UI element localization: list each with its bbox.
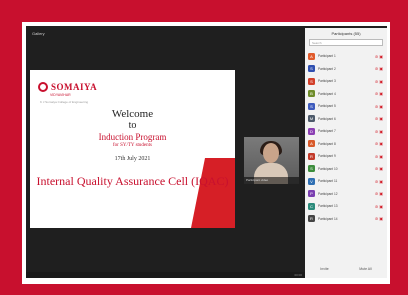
participant-avatar: D xyxy=(308,127,315,135)
participant-row[interactable]: A Participant 8 ⊘▣ xyxy=(308,138,384,151)
participant-name: Participant 8 xyxy=(318,141,336,146)
participant-name: Participant 9 xyxy=(318,154,336,159)
speaker-head xyxy=(263,143,279,163)
mic-muted-icon[interactable]: ⊘▣ xyxy=(375,104,384,109)
view-label[interactable]: Gallery xyxy=(32,31,45,36)
brand-name: SOMAIYA xyxy=(51,82,98,92)
meeting-toolbar: 00:00 xyxy=(26,272,305,278)
participant-name: Participant 6 xyxy=(318,116,336,121)
mic-muted-icon[interactable]: ⊘▣ xyxy=(375,179,384,184)
logo: SOMAIYA xyxy=(38,82,97,92)
participant-avatar: P xyxy=(308,190,315,198)
participant-avatar: S xyxy=(308,165,315,173)
mic-muted-icon[interactable]: ⊘▣ xyxy=(375,216,384,221)
mic-muted-icon[interactable]: ⊘▣ xyxy=(375,191,384,196)
participant-row[interactable]: B Participant 4 ⊘▣ xyxy=(308,88,384,101)
participant-avatar: A xyxy=(308,52,315,60)
participant-name: Participant 13 xyxy=(318,204,338,209)
participant-row[interactable]: R Participant 14 ⊘▣ xyxy=(308,213,384,226)
participant-row[interactable]: S Participant 10 ⊘▣ xyxy=(308,163,384,176)
speaker-video-tile[interactable]: Participant video xyxy=(244,137,299,184)
mic-muted-icon[interactable]: ⊘▣ xyxy=(375,129,384,134)
panel-title: Participants (55) xyxy=(331,31,361,36)
program-title: Induction Program xyxy=(98,132,167,142)
meeting-timer: 00:00 xyxy=(294,273,302,277)
participants-panel: Participants (55) Search A Participant 1 ⊘… xyxy=(305,28,387,278)
participant-row[interactable]: S Participant 3 ⊘▣ xyxy=(308,75,384,88)
participant-row[interactable]: S Participant 5 ⊘▣ xyxy=(308,100,384,113)
program-date: 17th July 2021 xyxy=(114,156,151,162)
mic-muted-icon[interactable]: ⊘▣ xyxy=(375,166,384,171)
slide-decoration-angle xyxy=(191,158,205,228)
participant-avatar: C xyxy=(308,202,315,210)
participant-row[interactable]: M Participant 6 ⊘▣ xyxy=(308,113,384,126)
logo-mark-icon xyxy=(38,82,48,92)
participant-row[interactable]: V Participant 11 ⊘▣ xyxy=(308,175,384,188)
mic-muted-icon[interactable]: ⊘▣ xyxy=(375,79,384,84)
photo-frame: Gallery SOMAIYA VIDYAVIHAR K J Somaiya C… xyxy=(22,22,390,284)
shared-slide: SOMAIYA VIDYAVIHAR K J Somaiya College o… xyxy=(30,70,235,228)
participant-list: A Participant 1 ⊘▣ S Participant 2 ⊘▣ S Partici… xyxy=(308,50,384,225)
mic-muted-icon[interactable]: ⊘▣ xyxy=(375,204,384,209)
panel-footer: Invite Mute All xyxy=(305,266,387,272)
welcome-heading: Welcome xyxy=(111,108,154,120)
mic-muted-icon[interactable]: ⊘▣ xyxy=(375,91,384,96)
mic-muted-icon[interactable]: ⊘▣ xyxy=(375,116,384,121)
participant-avatar: M xyxy=(308,115,315,123)
participant-name: Participant 2 xyxy=(318,66,336,71)
participant-name: Participant 10 xyxy=(318,166,338,171)
program-audience: for SY/TY students xyxy=(113,143,152,148)
mic-muted-icon[interactable]: ⊘▣ xyxy=(375,66,384,71)
mic-muted-icon[interactable]: ⊘▣ xyxy=(375,54,384,59)
cell-name: Internal Quality Assurance Cell (IQAC) xyxy=(36,174,229,188)
participant-name: Participant 12 xyxy=(318,191,338,196)
participant-name: Participant 11 xyxy=(318,179,338,184)
mic-muted-icon[interactable]: ⊘▣ xyxy=(375,141,384,146)
participant-name: Participant 1 xyxy=(318,54,336,59)
brand-tagline: K J Somaiya College of Engineering xyxy=(40,100,89,104)
participant-avatar: V xyxy=(308,177,315,185)
participant-avatar: S xyxy=(308,102,315,110)
participant-row[interactable]: R Participant 9 ⊘▣ xyxy=(308,150,384,163)
participant-avatar: R xyxy=(308,215,315,223)
participant-avatar: S xyxy=(308,77,315,85)
participant-row[interactable]: A Participant 1 ⊘▣ xyxy=(308,50,384,63)
participant-row[interactable]: S Participant 2 ⊘▣ xyxy=(308,63,384,76)
participant-avatar: S xyxy=(308,65,315,73)
mute-all-button[interactable]: Mute All xyxy=(356,266,374,272)
participant-avatar: B xyxy=(308,90,315,98)
participant-avatar: A xyxy=(308,140,315,148)
participant-row[interactable]: C Participant 13 ⊘▣ xyxy=(308,200,384,213)
participant-name: Participant 3 xyxy=(318,79,336,84)
search-input[interactable]: Search xyxy=(309,39,383,46)
participant-row[interactable]: P Participant 12 ⊘▣ xyxy=(308,188,384,201)
participant-name: Participant 14 xyxy=(318,216,338,221)
welcome-to: to xyxy=(128,120,137,131)
slide-decoration xyxy=(205,158,235,228)
meeting-window: Gallery SOMAIYA VIDYAVIHAR K J Somaiya C… xyxy=(26,26,387,278)
participant-name: Participant 5 xyxy=(318,104,336,109)
participant-name: Participant 4 xyxy=(318,91,336,96)
mic-muted-icon[interactable]: ⊘▣ xyxy=(375,154,384,159)
speaker-name: Participant video xyxy=(244,177,299,184)
participant-row[interactable]: D Participant 7 ⊘▣ xyxy=(308,125,384,138)
participant-name: Participant 7 xyxy=(318,129,336,134)
brand-sub: VIDYAVIHAR xyxy=(50,93,71,97)
invite-button[interactable]: Invite xyxy=(317,266,331,272)
participant-avatar: R xyxy=(308,152,315,160)
